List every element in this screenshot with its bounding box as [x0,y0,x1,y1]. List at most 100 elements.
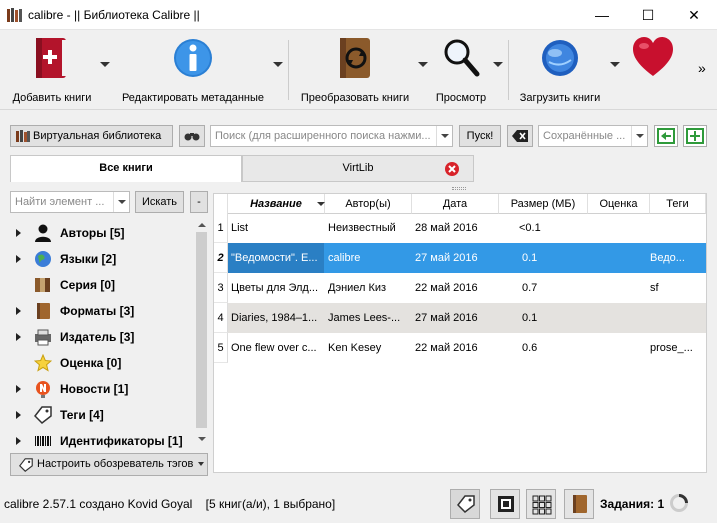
tree-item-languages[interactable]: Языки [2] [10,247,200,271]
expand-arrow-icon[interactable] [16,333,21,341]
search-input[interactable]: Поиск (для расширенного поиска нажми... [210,125,453,147]
tag-browser-scrollbar[interactable] [195,219,208,449]
table-row[interactable]: 3 Цветы для Элд... Дэниел Киз 22 май 201… [214,273,706,303]
cell-title[interactable]: Diaries, 1984–1... [231,303,323,333]
table-row-selected[interactable]: 2 "Ведомости". E... calibre 27 май 2016 … [214,243,706,273]
cell-tags[interactable]: sf [650,273,704,303]
collapse-all-button[interactable]: - [190,191,208,213]
edit-metadata-button[interactable]: Редактировать метаданные [116,32,270,108]
cell-size[interactable]: 0.6 [522,333,582,363]
cell-rating[interactable] [591,273,647,303]
scroll-up-arrow-icon[interactable] [195,219,208,231]
tag-browser-toggle-button[interactable] [450,489,480,519]
tag-find-dropdown[interactable] [113,192,129,212]
column-header-authors[interactable]: Автор(ы) [325,194,412,214]
table-row[interactable]: 4 Diaries, 1984–1... James Lees-... 27 м… [214,303,706,333]
column-header-rating[interactable]: Оценка [588,194,650,214]
close-tab-icon[interactable] [445,162,459,176]
column-header-date[interactable]: Дата [412,194,499,214]
cell-date[interactable]: 28 май 2016 [415,213,499,243]
tree-item-rating[interactable]: Оценка [0] [10,351,200,375]
get-books-button[interactable]: Загрузить книги [514,32,606,108]
close-button[interactable]: ✕ [671,0,717,30]
cell-date[interactable]: 22 май 2016 [415,333,499,363]
cell-size[interactable]: 0.7 [522,273,582,303]
column-header-tags[interactable]: Теги [650,194,706,214]
cell-title[interactable]: Цветы для Элд... [231,273,323,303]
expand-arrow-icon[interactable] [16,307,21,315]
view-dropdown[interactable] [491,32,505,108]
maximize-button[interactable]: ☐ [625,0,671,30]
cell-tags[interactable]: prose_... [650,333,704,363]
clear-search-button[interactable] [507,125,533,147]
cell-title[interactable]: One flew over c... [231,333,323,363]
saved-searches-dropdown[interactable] [631,126,647,146]
tree-item-authors[interactable]: Авторы [5] [10,221,200,245]
search-go-button[interactable]: Пуск! [459,125,501,147]
cell-date[interactable]: 22 май 2016 [415,273,499,303]
add-books-button[interactable]: Добавить книги [2,32,102,108]
expand-arrow-icon[interactable] [16,255,21,263]
cell-size[interactable]: 0.1 [522,243,582,273]
virtual-library-button[interactable]: Виртуальная библиотека [10,125,173,147]
cell-date[interactable]: 27 май 2016 [415,243,499,273]
cell-rating[interactable] [591,213,647,243]
scroll-down-arrow-icon[interactable] [195,433,208,445]
book-list-table[interactable]: Название Автор(ы) Дата Размер (МБ) Оценк… [213,193,707,473]
tree-item-news[interactable]: Новости [1] [10,377,200,401]
cell-author[interactable]: Неизвестный [328,213,412,243]
tree-item-series[interactable]: Серия [0] [10,273,200,297]
convert-books-button[interactable]: Преобразовать книги [296,32,414,108]
expand-arrow-icon[interactable] [16,411,21,419]
more-actions-button[interactable]: » [696,32,712,108]
configure-tag-browser-button[interactable]: Настроить обозреватель тэгов [10,453,208,476]
tree-item-tags[interactable]: Теги [4] [10,403,200,427]
expand-arrow-icon[interactable] [16,229,21,237]
cell-author[interactable]: Дэниел Киз [328,273,412,303]
tree-item-publisher[interactable]: Издатель [3] [10,325,200,349]
convert-books-dropdown[interactable] [416,32,430,108]
cover-browser-toggle-button[interactable] [490,489,520,519]
cell-rating[interactable] [591,243,647,273]
book-details-toggle-button[interactable] [564,489,594,519]
expand-arrow-icon[interactable] [16,385,21,393]
tab-all-books[interactable]: Все книги [10,155,242,182]
tree-item-formats[interactable]: Форматы [3] [10,299,200,323]
cell-date[interactable]: 27 май 2016 [415,303,499,333]
cell-title[interactable]: List [231,213,323,243]
manage-searches-button[interactable] [683,125,707,147]
view-button[interactable]: Просмотр [430,32,492,108]
cell-tags[interactable]: Ведо... [650,243,704,273]
table-row[interactable]: 1 List Неизвестный 28 май 2016 <0.1 [214,213,706,243]
donate-button[interactable] [622,32,684,108]
splitter-handle[interactable] [452,187,466,190]
cell-rating[interactable] [591,333,647,363]
cell-author[interactable]: Ken Kesey [328,333,412,363]
expand-arrow-icon[interactable] [16,437,21,445]
column-header-size[interactable]: Размер (МБ) [499,194,588,214]
cell-tags[interactable] [650,213,706,243]
cell-rating[interactable] [591,303,647,333]
cell-tags[interactable] [650,303,704,333]
minimize-button[interactable]: — [579,0,625,30]
get-books-dropdown[interactable] [608,32,622,108]
grid-view-toggle-button[interactable] [526,489,556,519]
jobs-status[interactable]: Задания: 1 [600,497,664,511]
advanced-search-button[interactable] [179,125,205,147]
save-search-button[interactable] [654,125,678,147]
saved-searches-select[interactable]: Сохранённые ... [538,125,648,147]
edit-metadata-dropdown[interactable] [271,32,285,108]
cell-author[interactable]: James Lees-... [328,303,412,333]
cell-title[interactable]: "Ведомости". E... [231,243,323,273]
scroll-thumb[interactable] [196,232,207,428]
tag-find-input[interactable]: Найти элемент ... [10,191,130,213]
cell-size[interactable]: 0.1 [522,303,582,333]
table-row[interactable]: 5 One flew over c... Ken Kesey 22 май 20… [214,333,706,363]
search-history-dropdown[interactable] [436,126,452,146]
add-books-dropdown[interactable] [98,32,112,108]
tab-virtlib[interactable]: VirtLib [242,155,474,182]
tree-item-identifiers[interactable]: Идентификаторы [1] [10,429,200,448]
tag-find-button[interactable]: Искать [135,191,184,213]
cell-author[interactable]: calibre [328,243,412,273]
cell-size[interactable]: <0.1 [519,213,579,243]
